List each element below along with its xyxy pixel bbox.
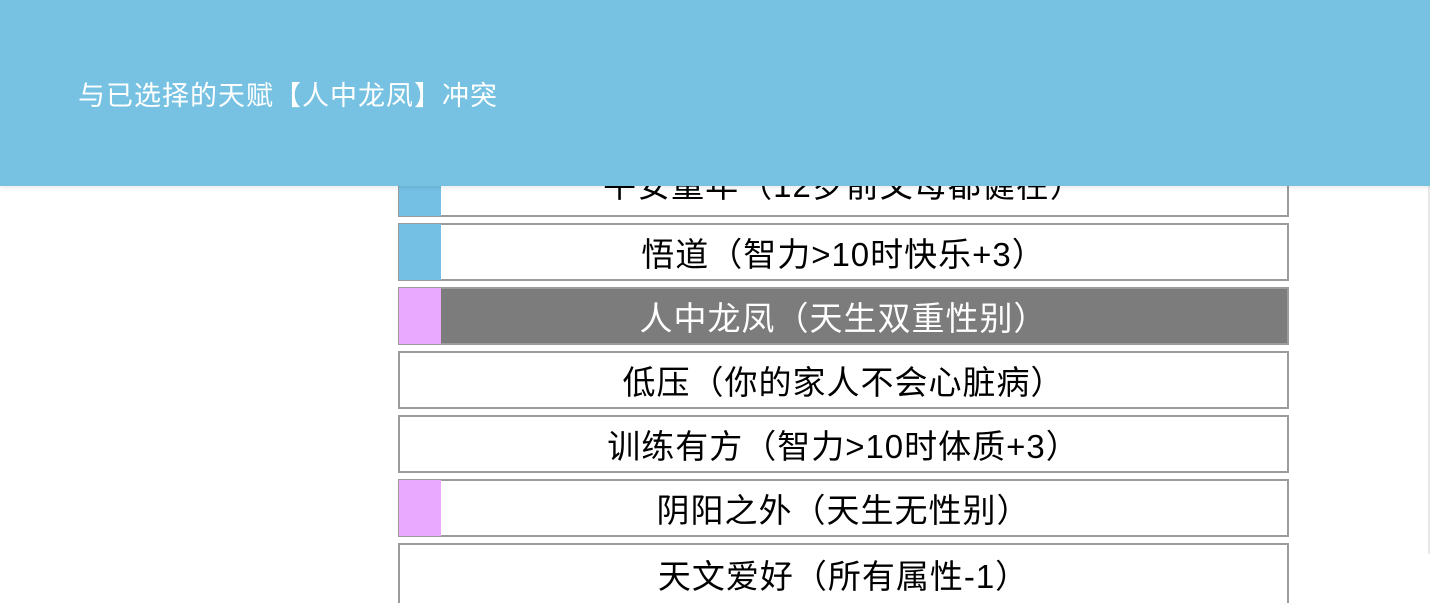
rarity-tag-violet — [399, 480, 441, 536]
banner-message: 与已选择的天赋【人中龙凤】冲突 — [78, 74, 498, 113]
talent-item[interactable]: 训练有方（智力>10时体质+3） — [398, 415, 1289, 473]
talent-item[interactable]: 低压（你的家人不会心脏病） — [398, 351, 1289, 409]
talent-label: 低压（你的家人不会心脏病） — [400, 356, 1287, 404]
talent-item[interactable]: 悟道（智力>10时快乐+3） — [398, 223, 1289, 281]
talent-label: 人中龙凤（天生双重性别） — [400, 292, 1287, 340]
talent-label: 训练有方（智力>10时体质+3） — [400, 420, 1287, 468]
talent-item[interactable]: 阴阳之外（天生无性别） — [398, 479, 1289, 537]
rarity-tag-violet — [399, 288, 441, 344]
talent-item-selected[interactable]: 人中龙凤（天生双重性别） — [398, 287, 1289, 345]
rarity-tag-blue — [399, 224, 441, 280]
talent-label: 天文爱好（所有属性-1） — [400, 550, 1287, 598]
talent-label: 悟道（智力>10时快乐+3） — [400, 228, 1287, 276]
talent-item[interactable]: 天文爱好（所有属性-1） — [398, 543, 1289, 603]
talent-label: 阴阳之外（天生无性别） — [400, 484, 1287, 532]
talent-list: 平安童年（12岁前父母都健在） 悟道（智力>10时快乐+3） 人中龙凤（天生双重… — [398, 171, 1289, 609]
conflict-banner: 与已选择的天赋【人中龙凤】冲突 — [0, 0, 1430, 186]
